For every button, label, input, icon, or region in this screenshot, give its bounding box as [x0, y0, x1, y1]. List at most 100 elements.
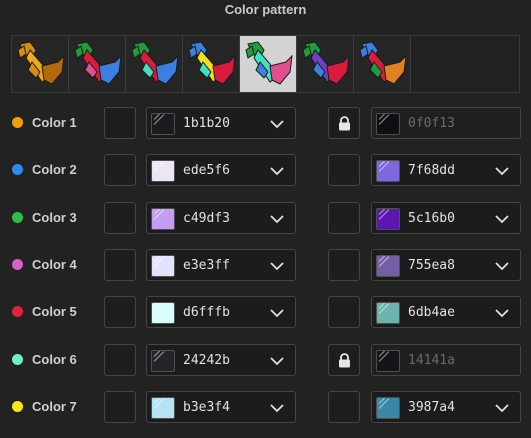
color-swatch: [376, 113, 400, 135]
color-hex-value: 755ea8: [408, 257, 455, 273]
chevron-down-icon: [270, 214, 284, 223]
color-hex-value: 0f0f13: [408, 116, 455, 131]
pattern-thumbnail-7[interactable]: [354, 36, 411, 92]
right-color-dropdown[interactable]: 7f68dd: [371, 154, 521, 187]
right-color-dropdown[interactable]: 755ea8: [371, 248, 521, 281]
color-row-label: Color 5: [32, 304, 77, 320]
color-row: Color 5 d6fffb 6db4ae: [0, 295, 531, 329]
color-row: Color 7 b3e3f4 3987a4: [0, 390, 531, 424]
fish-pattern-icon: [74, 41, 122, 85]
color-row-label: Color 4: [32, 256, 77, 272]
color-row: Color 4 e3e3ff 755ea8: [0, 248, 531, 282]
lock-toggle-box[interactable]: [328, 343, 360, 376]
left-color-dropdown[interactable]: 1b1b20: [146, 107, 296, 139]
color-swatch: [151, 113, 175, 135]
left-toggle-box[interactable]: [104, 154, 136, 187]
color-hex-value: 24242b: [183, 352, 230, 368]
pattern-strip: [11, 35, 520, 93]
panel-title: Color pattern: [224, 2, 307, 17]
right-color-dropdown: 0f0f13: [371, 107, 521, 139]
chevron-down-icon: [495, 404, 509, 413]
pattern-thumbnail-4[interactable]: [183, 36, 240, 92]
left-color-dropdown[interactable]: ede5f6: [146, 154, 296, 187]
chevron-down-icon: [495, 309, 509, 318]
left-color-dropdown[interactable]: c49df3: [146, 201, 296, 234]
color-swatch: [151, 160, 175, 183]
color-indicator-dot: [12, 353, 23, 365]
left-color-dropdown[interactable]: 24242b: [146, 343, 296, 376]
fish-pattern-icon: [245, 41, 293, 85]
left-toggle-box[interactable]: [104, 248, 136, 281]
color-hex-value: d6fffb: [183, 305, 230, 321]
color-row-label: Color 7: [32, 398, 77, 414]
color-indicator-dot: [12, 117, 23, 128]
left-toggle-box[interactable]: [104, 343, 136, 376]
right-color-dropdown[interactable]: 5c16b0: [371, 201, 521, 234]
left-color-dropdown[interactable]: d6fffb: [146, 296, 296, 329]
color-row: Color 3 c49df3 5c16b0: [0, 201, 531, 235]
color-indicator-dot: [12, 164, 23, 176]
color-hex-value: b3e3f4: [183, 399, 230, 415]
right-color-dropdown[interactable]: 6db4ae: [371, 296, 521, 329]
color-hex-value: ede5f6: [183, 163, 230, 179]
left-toggle-box[interactable]: [104, 201, 136, 234]
color-row: Color 6 24242b 14141a: [0, 343, 531, 377]
pattern-thumbnail-3[interactable]: [126, 36, 183, 92]
color-hex-value: 3987a4: [408, 399, 455, 415]
lock-icon: [339, 116, 350, 131]
color-swatch: [376, 302, 400, 325]
lock-icon: [339, 352, 350, 367]
color-hex-value: e3e3ff: [183, 257, 230, 273]
fish-pattern-icon: [359, 41, 407, 85]
color-swatch: [151, 207, 175, 230]
color-indicator-dot: [12, 211, 23, 223]
right-toggle-box[interactable]: [328, 296, 360, 329]
pattern-thumbnail-1[interactable]: [12, 36, 69, 92]
color-hex-value: 6db4ae: [408, 305, 455, 321]
color-hex-value: c49df3: [183, 210, 230, 226]
chevron-down-icon: [495, 167, 509, 176]
right-color-dropdown: 14141a: [371, 343, 521, 376]
color-swatch: [376, 396, 400, 419]
color-hex-value: 7f68dd: [408, 163, 455, 179]
right-toggle-box[interactable]: [328, 248, 360, 281]
left-toggle-box[interactable]: [104, 107, 136, 139]
right-toggle-box[interactable]: [328, 154, 360, 187]
color-row-label: Color 3: [32, 209, 77, 225]
color-hex-value: 1b1b20: [183, 116, 230, 131]
chevron-down-icon: [270, 404, 284, 413]
chevron-down-icon: [270, 356, 284, 365]
color-row-label: Color 2: [32, 162, 77, 178]
left-color-dropdown[interactable]: b3e3f4: [146, 390, 296, 423]
chevron-down-icon: [495, 262, 509, 271]
pattern-thumbnail-6[interactable]: [297, 36, 354, 92]
lock-toggle-box[interactable]: [328, 107, 360, 139]
color-swatch: [376, 207, 400, 230]
right-toggle-box[interactable]: [328, 390, 360, 423]
color-indicator-dot: [12, 400, 23, 412]
chevron-down-icon: [270, 262, 284, 271]
pattern-thumbnail-5[interactable]: [240, 36, 297, 92]
color-row: Color 2 ede5f6 7f68dd: [0, 153, 531, 187]
color-swatch: [151, 396, 175, 419]
color-swatch: [376, 160, 400, 183]
chevron-down-icon: [270, 167, 284, 176]
color-row: Color 1 1b1b20 0f0f13: [0, 106, 531, 140]
color-indicator-dot: [12, 258, 23, 270]
fish-pattern-icon: [302, 41, 350, 85]
left-toggle-box[interactable]: [104, 390, 136, 423]
color-swatch: [151, 302, 175, 325]
left-toggle-box[interactable]: [104, 296, 136, 329]
right-toggle-box[interactable]: [328, 201, 360, 234]
color-swatch: [376, 349, 400, 372]
color-row-label: Color 1: [32, 115, 77, 130]
left-color-dropdown[interactable]: e3e3ff: [146, 248, 296, 281]
chevron-down-icon: [270, 309, 284, 318]
color-hex-value: 5c16b0: [408, 210, 455, 226]
fish-pattern-icon: [131, 41, 179, 85]
color-row-label: Color 6: [32, 351, 77, 367]
color-indicator-dot: [12, 306, 23, 318]
right-color-dropdown[interactable]: 3987a4: [371, 390, 521, 423]
pattern-thumbnail-2[interactable]: [69, 36, 126, 92]
color-swatch: [151, 349, 175, 372]
